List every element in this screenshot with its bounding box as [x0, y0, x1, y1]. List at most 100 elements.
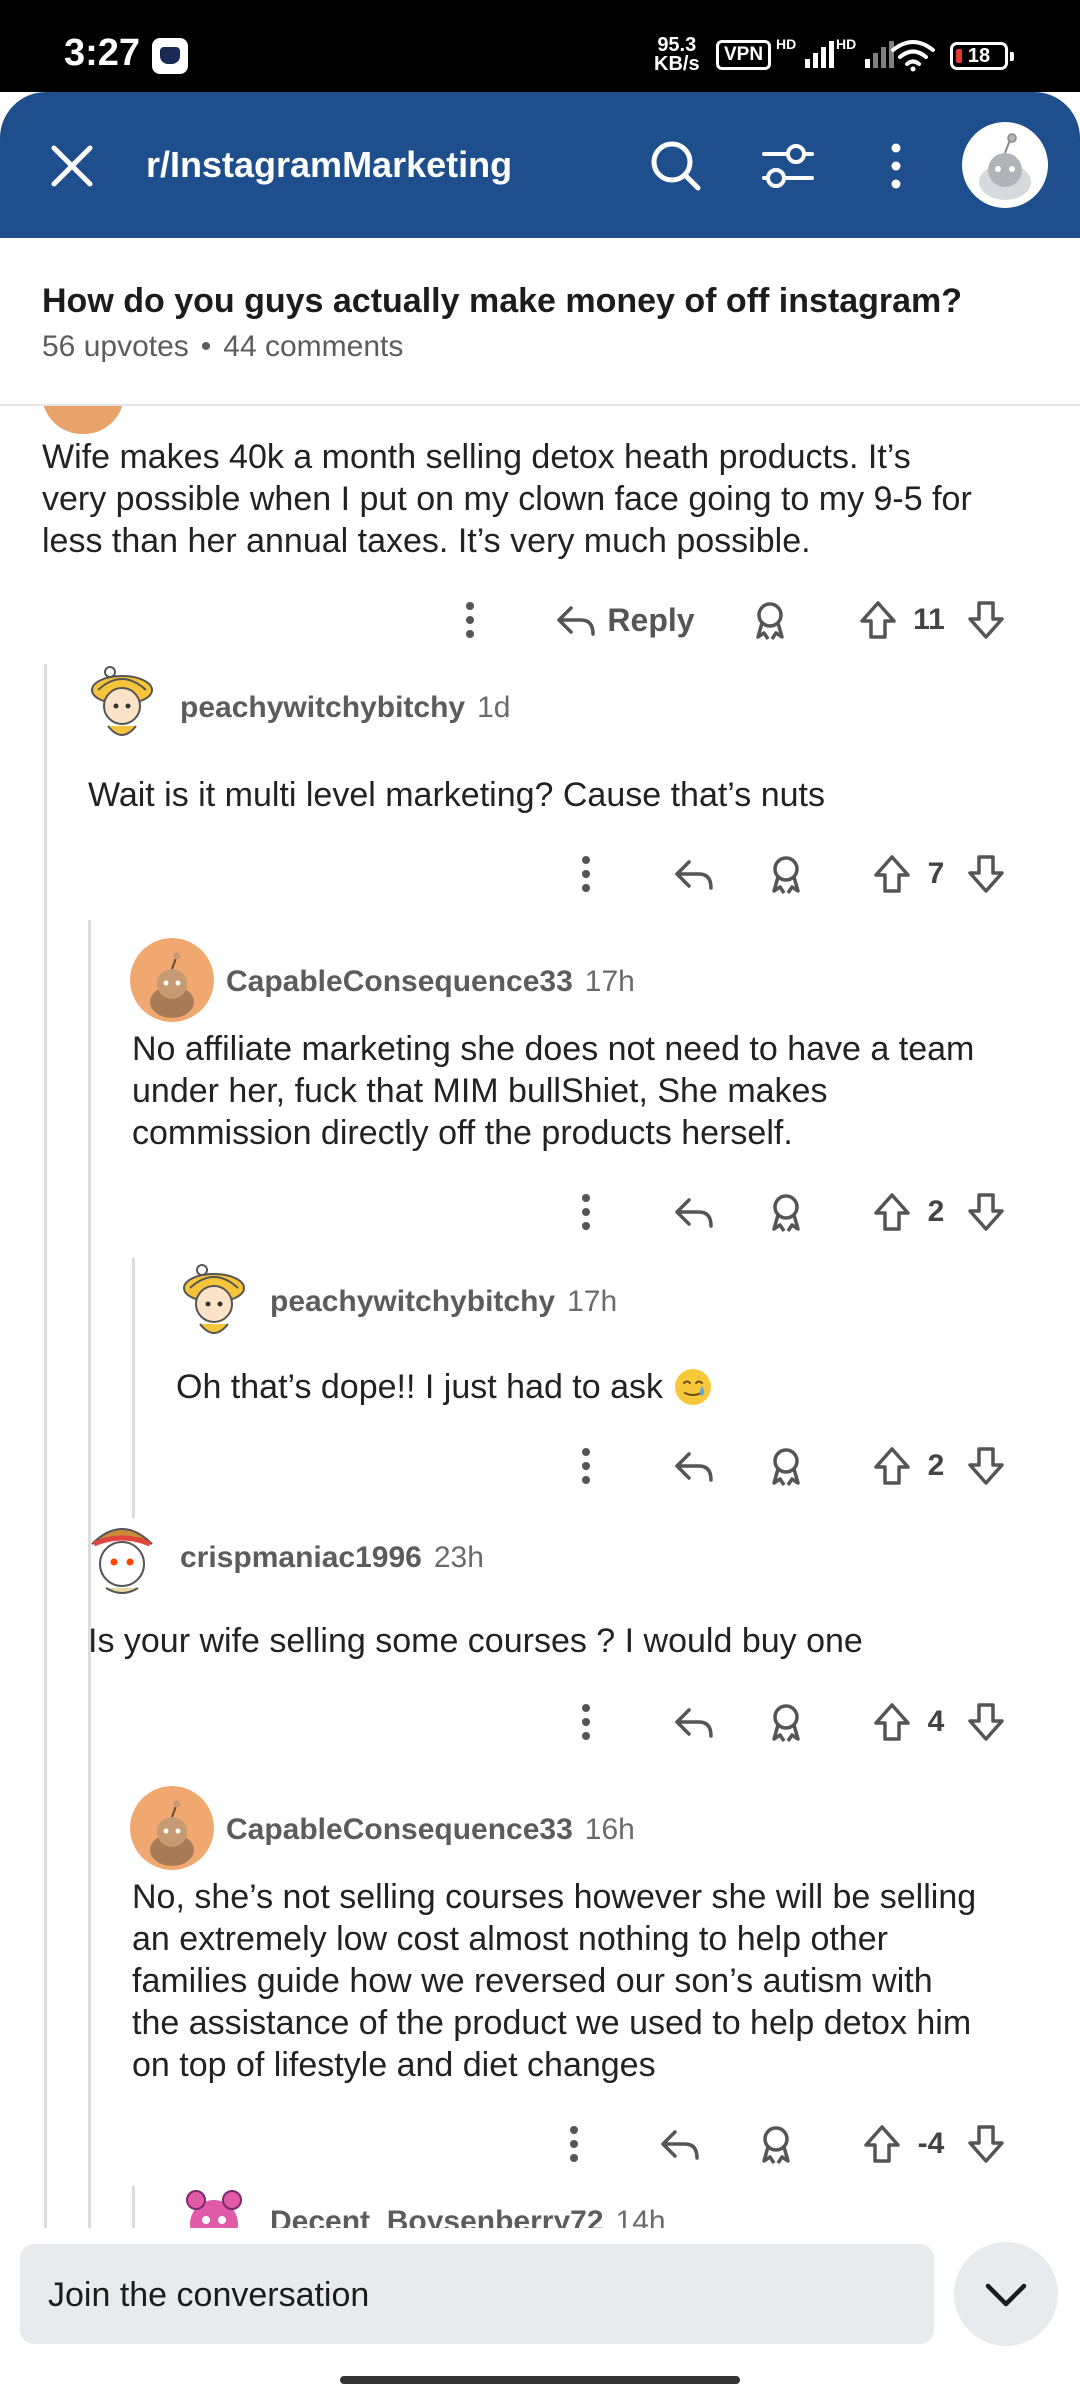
- comment-list: Wife makes 40k a month selling detox hea…: [0, 406, 1080, 2228]
- more-vertical-icon: [466, 602, 474, 638]
- post-header[interactable]: How do you guys actually make money of o…: [0, 238, 1080, 406]
- comment-author[interactable]: peachywitchybitchy: [270, 1285, 555, 1319]
- reply-icon: [675, 860, 713, 890]
- comment-actions: -4: [0, 2114, 1080, 2174]
- avatar: [42, 406, 124, 434]
- upvote-button[interactable]: [862, 844, 922, 904]
- upvote-button[interactable]: [848, 590, 908, 650]
- reply-button[interactable]: [650, 2114, 710, 2174]
- award-button[interactable]: [756, 1692, 816, 1752]
- comment-author[interactable]: CapableConsequence33: [226, 1813, 573, 1847]
- avatar[interactable]: [80, 660, 164, 744]
- comment-author-row: crispmaniac1996 23h: [180, 1528, 484, 1588]
- status-bar: 3:27 95.3 KB/s VPN HD HD 18: [0, 0, 1080, 92]
- award-button[interactable]: [740, 590, 800, 650]
- more-vertical-icon: [582, 856, 590, 892]
- downvote-icon: [968, 601, 1004, 639]
- comment-author-row: CapableConsequence33 17h: [226, 952, 635, 1012]
- close-icon[interactable]: [42, 136, 102, 196]
- reply-icon: [675, 1198, 713, 1228]
- award-icon: [756, 602, 784, 640]
- comment-age: 14h: [615, 2205, 666, 2228]
- upvote-button[interactable]: [862, 1182, 922, 1242]
- upvote-icon: [860, 601, 896, 639]
- more-vertical-icon: [570, 2126, 578, 2162]
- award-button[interactable]: [756, 844, 816, 904]
- cell-signal-2-icon: HD: [836, 36, 894, 72]
- wifi-icon: [891, 40, 935, 72]
- search-icon[interactable]: [644, 134, 708, 198]
- comment-age: 17h: [567, 1285, 618, 1318]
- upvote-button[interactable]: [852, 2114, 912, 2174]
- upvote-icon: [874, 1703, 910, 1741]
- award-icon: [772, 1704, 800, 1742]
- join-conversation-input[interactable]: Join the conversation: [20, 2244, 934, 2344]
- award-icon: [762, 2126, 790, 2164]
- more-vertical-icon: [582, 1448, 590, 1484]
- avatar[interactable]: [172, 1258, 256, 1342]
- vote-score: -4: [917, 2127, 945, 2160]
- upvote-count: 56 upvotes: [42, 330, 189, 363]
- comment-actions: 2: [0, 1436, 1080, 1496]
- chevron-down-icon: [985, 2283, 1027, 2307]
- comment-body: Wife makes 40k a month selling detox hea…: [42, 438, 972, 560]
- reply-button[interactable]: [664, 1182, 724, 1242]
- comment-age: 16h: [584, 1813, 635, 1846]
- avatar[interactable]: [172, 2178, 256, 2228]
- award-button[interactable]: [756, 1436, 816, 1496]
- comment-author[interactable]: crispmaniac1996: [180, 1541, 422, 1575]
- expand-button[interactable]: [954, 2242, 1058, 2346]
- user-avatar[interactable]: [962, 122, 1048, 208]
- comment-author[interactable]: Decent_Boysenberry72: [270, 2205, 604, 2228]
- notification-app-icon: [152, 38, 188, 74]
- home-indicator[interactable]: [340, 2376, 740, 2384]
- downvote-button[interactable]: [956, 2114, 1016, 2174]
- reply-icon: [675, 1452, 713, 1482]
- comment-actions: Reply 11: [0, 590, 1080, 650]
- avatar[interactable]: [80, 1514, 164, 1598]
- downvote-button[interactable]: [956, 1182, 1016, 1242]
- reply-button[interactable]: [664, 844, 724, 904]
- comment-author[interactable]: CapableConsequence33: [226, 965, 573, 999]
- upvote-button[interactable]: [862, 1436, 922, 1496]
- comment-author[interactable]: peachywitchybitchy: [180, 691, 465, 725]
- downvote-button[interactable]: [956, 590, 1016, 650]
- upvote-button[interactable]: [862, 1692, 922, 1752]
- reply-button[interactable]: Reply: [550, 590, 700, 650]
- downvote-button[interactable]: [956, 1692, 1016, 1752]
- network-speed: 95.3 KB/s: [654, 34, 700, 75]
- award-button[interactable]: [756, 1182, 816, 1242]
- sort-filter-icon[interactable]: [756, 134, 820, 198]
- comment-age: 1d: [477, 691, 511, 724]
- more-options-button[interactable]: [556, 1692, 616, 1752]
- more-options-button[interactable]: [556, 844, 616, 904]
- upvote-icon: [864, 2125, 900, 2163]
- upvote-icon: [874, 855, 910, 893]
- comment-age: 23h: [433, 1541, 484, 1574]
- more-options-button[interactable]: [440, 590, 500, 650]
- upvote-icon: [874, 1193, 910, 1231]
- more-vertical-icon[interactable]: [864, 134, 928, 198]
- comment-body: No, she’s not selling courses however sh…: [132, 1878, 977, 2084]
- downvote-button[interactable]: [956, 1436, 1016, 1496]
- status-time: 3:27: [64, 32, 141, 74]
- post-title: How do you guys actually make money of o…: [42, 282, 963, 320]
- subreddit-name[interactable]: r/InstagramMarketing: [146, 144, 512, 186]
- downvote-icon: [968, 855, 1004, 893]
- more-options-button[interactable]: [556, 1182, 616, 1242]
- comment-author-row: Decent_Boysenberry72 14h: [270, 2192, 666, 2228]
- comment-age: 17h: [584, 965, 635, 998]
- avatar[interactable]: [130, 1786, 214, 1870]
- smiling-tear-emoji-icon: [675, 1369, 712, 1405]
- vote-score: 7: [927, 857, 945, 890]
- more-options-button[interactable]: [544, 2114, 604, 2174]
- comment-author-row: CapableConsequence33 16h: [226, 1800, 635, 1860]
- more-options-button[interactable]: [556, 1436, 616, 1496]
- downvote-button[interactable]: [956, 844, 1016, 904]
- award-button[interactable]: [746, 2114, 806, 2174]
- upvote-icon: [874, 1447, 910, 1485]
- reply-button[interactable]: [664, 1692, 724, 1752]
- avatar[interactable]: [130, 938, 214, 1022]
- downvote-icon: [968, 1703, 1004, 1741]
- reply-button[interactable]: [664, 1436, 724, 1496]
